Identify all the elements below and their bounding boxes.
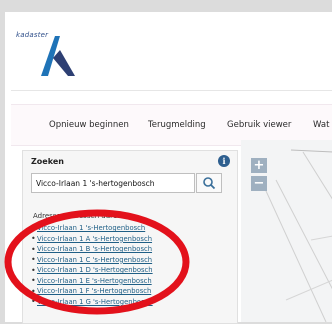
result-link[interactable]: Vicco-Irlaan 1 D 's-Hertogenbosch: [37, 266, 153, 274]
info-icon[interactable]: i: [218, 155, 230, 167]
result-link[interactable]: Vicco-Irlaan 1 E 's-Hertogenbosch: [37, 277, 152, 285]
zoom-in-button[interactable]: +: [251, 158, 267, 173]
nav-terugmelding[interactable]: Terugmelding: [148, 120, 206, 130]
map-view[interactable]: + −: [241, 140, 332, 322]
list-item: • Vicco-Irlaan 1 C 's-Hertogenbosch: [31, 255, 153, 266]
nav-wat-is[interactable]: Wat 's: [313, 120, 332, 130]
nav-opnieuw-beginnen[interactable]: Opnieuw beginnen: [49, 120, 129, 130]
list-item: • Vicco-Irlaan 1 A 's-Hertogenbosch: [31, 234, 153, 245]
search-button[interactable]: [196, 173, 222, 193]
result-link[interactable]: Vicco-Irlaan 1 B 's-Hertogenbosch: [37, 245, 152, 253]
result-link[interactable]: Vicco-Irlaan 1 's-Hertogenbosch: [37, 224, 145, 232]
zoom-out-button[interactable]: −: [251, 176, 267, 191]
search-icon: [203, 177, 216, 190]
list-item: • Vicco-Irlaan 1 D 's-Hertogenbosch: [31, 265, 153, 276]
list-item: • Vicco-Irlaan 1 's-Hertogenbosch: [31, 223, 153, 234]
results-list: • Vicco-Irlaan 1 's-Hertogenbosch • Vicco-…: [31, 223, 153, 307]
nav-gebruik-viewer[interactable]: Gebruik viewer: [227, 120, 291, 130]
list-item: • Vicco-Irlaan 1 F 's-Hertogenbosch: [31, 286, 153, 297]
list-item: • Vicco-Irlaan 1 E 's-Hertogenbosch: [31, 276, 153, 287]
result-link[interactable]: Vicco-Irlaan 1 C 's-Hertogenbosch: [37, 256, 152, 264]
list-item: • Vicco-Irlaan 1 G 's-Hertogenbosch: [31, 297, 153, 308]
search-panel-title: Zoeken: [31, 157, 64, 166]
result-link[interactable]: Vicco-Irlaan 1 G 's-Hertogenbosch: [37, 298, 153, 306]
result-link[interactable]: Vicco-Irlaan 1 A 's-Hertogenbosch: [37, 235, 152, 243]
result-link[interactable]: Vicco-Irlaan 1 F 's-Hertogenbosch: [37, 287, 151, 295]
list-item: • Vicco-Irlaan 1 B 's-Hertogenbosch: [31, 244, 153, 255]
results-heading: Adressen adressen adres: [33, 212, 121, 220]
search-input[interactable]: [31, 173, 195, 193]
header-divider: [11, 90, 332, 91]
kadaster-logo-icon[interactable]: [37, 32, 79, 78]
search-panel: Zoeken i Adressen adressen adres •Vicco-…: [22, 150, 238, 324]
